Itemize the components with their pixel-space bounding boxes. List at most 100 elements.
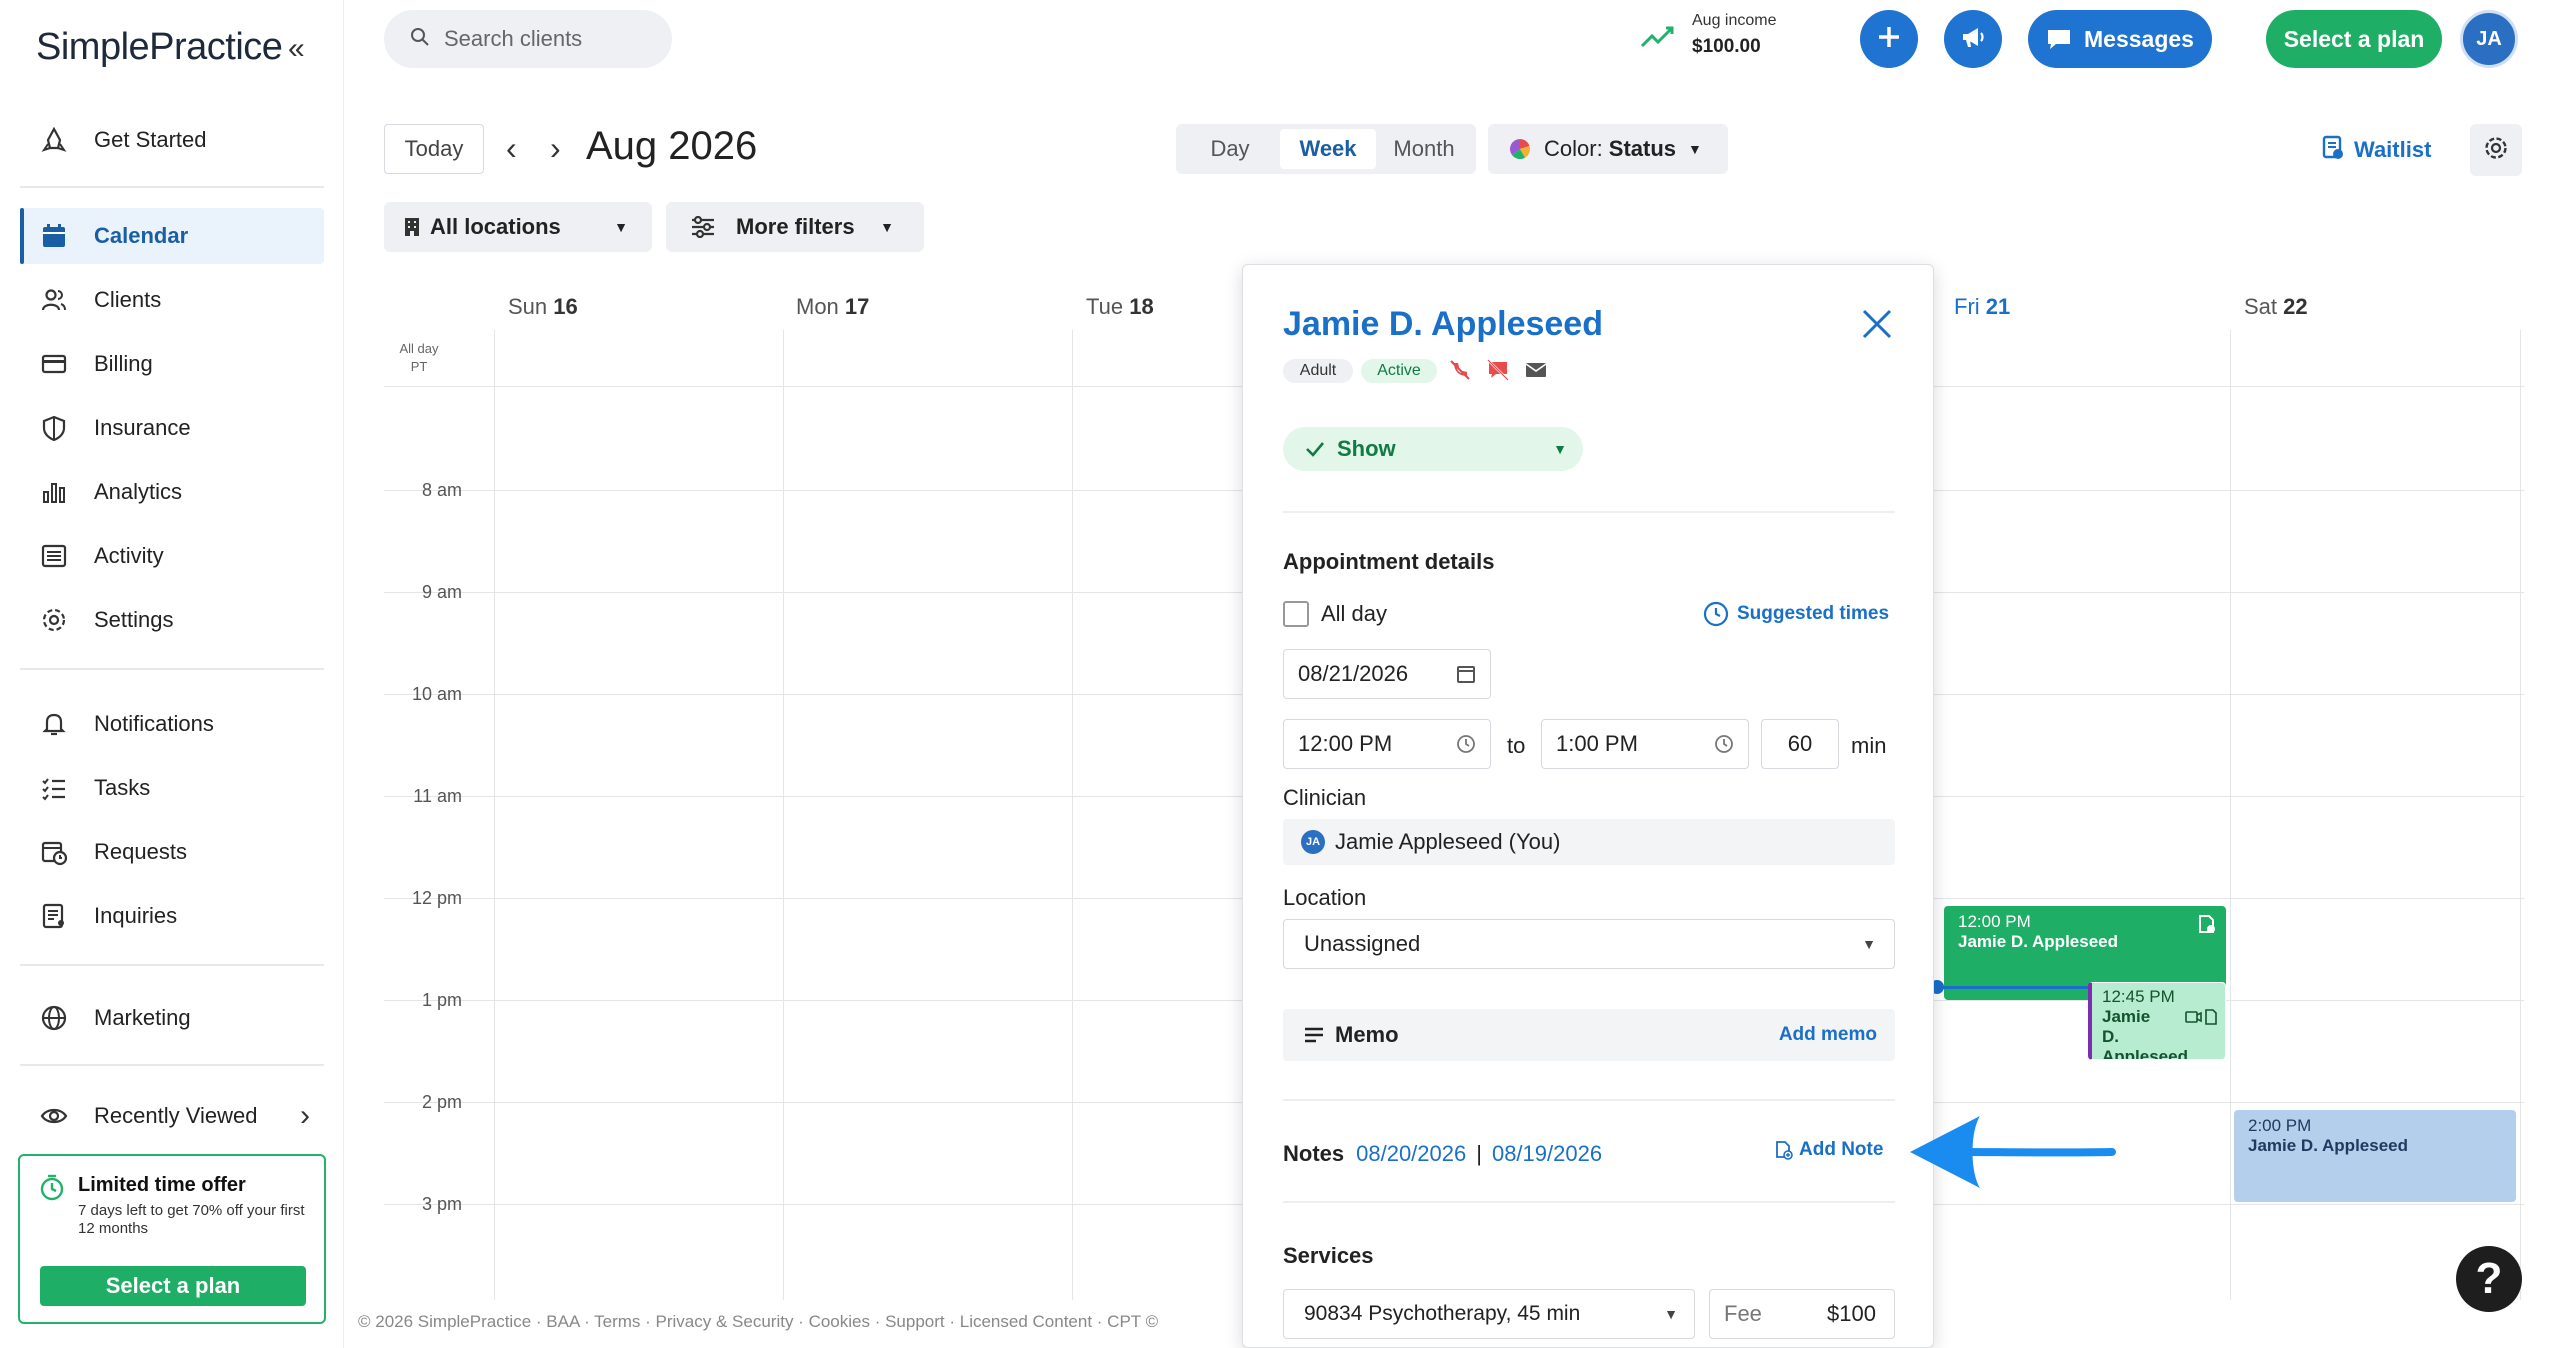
start-time-field[interactable]: 12:00 PM [1283, 719, 1491, 769]
sidebar-item-label: Settings [94, 607, 174, 632]
chat-icon [2046, 27, 2072, 51]
annotation-arrow-icon [1906, 1112, 2118, 1197]
income-value: $100.00 [1692, 36, 1761, 57]
add-memo-link[interactable]: Add memo [1779, 1024, 1877, 1046]
sidebar-item-requests[interactable]: Requests [20, 824, 324, 880]
sidebar-item-billing[interactable]: Billing [20, 336, 324, 392]
clock-icon [1703, 601, 1729, 627]
sidebar-item-label: Get Started [94, 127, 207, 152]
caret-down-icon: ▼ [1664, 1306, 1678, 1322]
appointment-event[interactable]: 12:45 PM Jamie D. Appleseed [2088, 982, 2226, 1060]
megaphone-icon [1958, 22, 1988, 57]
messages-button[interactable]: Messages [2028, 10, 2212, 68]
day-column-line [783, 330, 784, 1300]
sidebar-item-get-started[interactable]: Get Started [20, 112, 324, 168]
memo-row: Memo Add memo [1283, 1009, 1895, 1061]
clinician-field: JA Jamie Appleseed (You) [1283, 819, 1895, 865]
location-select[interactable]: Unassigned ▼ [1283, 919, 1895, 969]
calendar-icon [36, 222, 72, 250]
more-filters-label: More filters [736, 214, 855, 239]
sidebar-item-label: Tasks [94, 775, 151, 800]
sidebar-item-recently-viewed[interactable]: Recently Viewed › [20, 1088, 324, 1144]
clinician-label: Clinician [1283, 785, 1367, 810]
sidebar-item-insurance[interactable]: Insurance [20, 400, 324, 456]
add-note-icon [1775, 1140, 1793, 1160]
notes-row: Notes 08/20/2026 | 08/19/2026 [1283, 1141, 1603, 1167]
bar-chart-icon [36, 478, 72, 506]
day-header-fri[interactable]: Fri 21 [1954, 294, 2010, 320]
avatar[interactable]: JA [2460, 10, 2518, 68]
sidebar-item-inquiries[interactable]: Inquiries [20, 888, 324, 944]
close-icon[interactable] [1861, 305, 1893, 350]
select-plan-button[interactable]: Select a plan [2266, 10, 2442, 68]
sidebar-item-notifications[interactable]: Notifications [20, 696, 324, 752]
announcements-button[interactable] [1944, 10, 2002, 68]
calendar-settings-button[interactable] [2470, 124, 2522, 176]
next-week-button[interactable]: › [550, 130, 561, 167]
add-button[interactable] [1860, 10, 1918, 68]
note-link[interactable]: 08/19/2026 [1492, 1141, 1602, 1167]
note-icon [2198, 914, 2216, 939]
date-field[interactable]: 08/21/2026 [1283, 649, 1491, 699]
logo[interactable]: SimplePractice [36, 26, 283, 69]
day-header-sun[interactable]: Sun 16 [508, 294, 578, 320]
sidebar-item-label: Inquiries [94, 903, 178, 928]
appointment-popover: Jamie D. Appleseed Adult Active Show ▼ A… [1242, 264, 1934, 1348]
day-header-tue[interactable]: Tue 18 [1086, 294, 1154, 320]
tag-adult: Adult [1283, 359, 1353, 383]
sidebar-item-label: Calendar [94, 223, 189, 248]
sidebar-item-activity[interactable]: Activity [20, 528, 324, 584]
duration-field[interactable]: 60 [1761, 719, 1839, 769]
today-button[interactable]: Today [384, 124, 484, 174]
waitlist-button[interactable]: Waitlist [2322, 134, 2431, 166]
end-time-field[interactable]: 1:00 PM [1541, 719, 1749, 769]
color-by-dropdown[interactable]: Color: Status ▼ [1488, 124, 1728, 174]
offer-title: Limited time offer [78, 1174, 246, 1196]
appointment-event[interactable]: 2:00 PM Jamie D. Appleseed [2234, 1110, 2516, 1202]
clock-icon [1714, 734, 1734, 754]
sidebar-item-label: Activity [94, 543, 164, 568]
status-dropdown[interactable]: Show ▼ [1283, 427, 1583, 471]
offer-select-plan-button[interactable]: Select a plan [40, 1266, 306, 1306]
caret-down-icon: ▼ [1553, 441, 1567, 457]
sidebar-item-settings[interactable]: Settings [20, 592, 324, 648]
suggested-times-link[interactable]: Suggested times [1703, 601, 1889, 627]
offer-subtitle: 7 days left to get 70% off your first 12… [78, 1202, 305, 1237]
waitlist-icon [2322, 134, 2344, 166]
sidebar-item-marketing[interactable]: Marketing [20, 990, 324, 1046]
caret-down-icon: ▼ [1862, 936, 1876, 952]
search-input[interactable]: Search clients [384, 10, 672, 68]
locations-filter-dropdown[interactable]: All locations ▼ [384, 202, 652, 252]
add-note-link[interactable]: Add Note [1775, 1139, 1883, 1161]
tab-day[interactable]: Day [1180, 129, 1280, 169]
sidebar-item-tasks[interactable]: Tasks [20, 760, 324, 816]
sidebar-item-label: Recently Viewed [94, 1103, 258, 1128]
client-name-link[interactable]: Jamie D. Appleseed [1283, 305, 1603, 344]
help-button[interactable]: ? [2456, 1246, 2522, 1312]
sidebar-item-label: Analytics [94, 479, 183, 504]
color-value: Status [1608, 136, 1677, 161]
caret-down-icon: ▼ [1688, 141, 1702, 157]
fee-field[interactable]: Fee $100 [1709, 1289, 1895, 1339]
divider [20, 964, 324, 966]
previous-week-button[interactable]: ‹ [506, 130, 517, 167]
sidebar-item-calendar[interactable]: Calendar [20, 208, 324, 264]
time-label: 11 am [413, 786, 462, 806]
collapse-sidebar-icon[interactable]: « [288, 32, 305, 66]
day-header-mon[interactable]: Mon 17 [796, 294, 869, 320]
service-select[interactable]: 90834 Psychotherapy, 45 min ▼ [1283, 1289, 1695, 1339]
time-label: 1 pm [421, 990, 462, 1010]
bell-icon [36, 710, 72, 738]
note-link[interactable]: 08/20/2026 [1356, 1141, 1466, 1167]
day-header-sat[interactable]: Sat 22 [2244, 294, 2308, 320]
sidebar-item-clients[interactable]: Clients [20, 272, 324, 328]
time-label: 9 am [421, 582, 462, 602]
tab-week[interactable]: Week [1280, 129, 1376, 169]
all-day-checkbox[interactable] [1283, 601, 1309, 627]
to-label: to [1507, 733, 1526, 758]
sidebar-item-label: Notifications [94, 711, 214, 736]
tab-month[interactable]: Month [1376, 129, 1472, 169]
more-filters-button[interactable]: More filters ▼ [666, 202, 924, 252]
sidebar-item-analytics[interactable]: Analytics [20, 464, 324, 520]
divider [20, 668, 324, 670]
